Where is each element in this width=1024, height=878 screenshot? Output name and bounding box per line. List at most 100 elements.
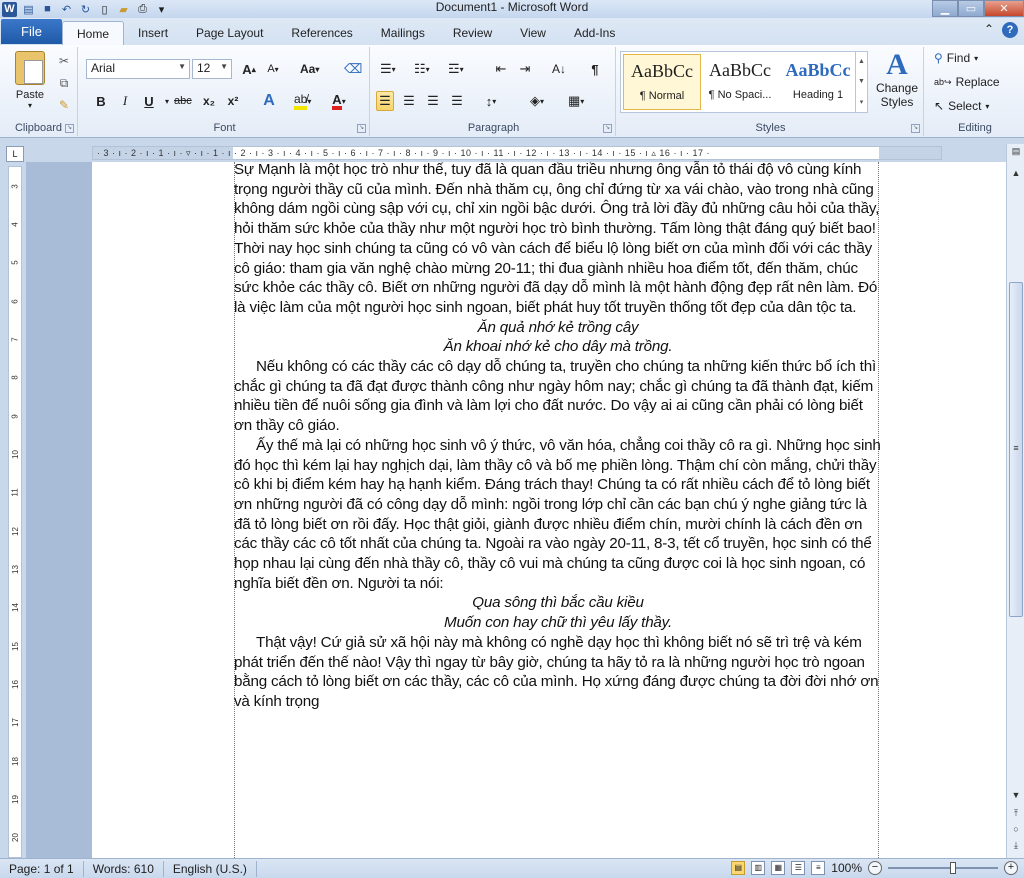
change-case-button[interactable]: Aa ▾ <box>298 59 321 79</box>
print-layout-icon[interactable]: ▤ <box>731 861 746 875</box>
paste-button[interactable]: Paste ▾ <box>8 51 52 113</box>
verse-line[interactable]: Qua sông thì bắc cầu kiều <box>234 593 882 613</box>
zoom-in-icon[interactable]: + <box>1004 861 1018 875</box>
shrink-font-button[interactable]: A ▾ <box>264 59 282 79</box>
find-button[interactable]: ⚲ Find ▾ <box>934 51 978 65</box>
scroll-down-icon[interactable]: ▼ <box>1009 790 1023 800</box>
gallery-more-icon[interactable]: ▾ <box>860 98 864 106</box>
maximize-icon[interactable]: ▭ <box>958 0 984 17</box>
tab-references[interactable]: References <box>277 21 366 45</box>
document-body[interactable]: Sự Mạnh là một học trò như thế, tuy đã l… <box>234 160 882 712</box>
borders-icon[interactable]: ▦ ▾ <box>566 91 586 111</box>
numbering-icon[interactable]: ☷ ▾ <box>412 59 432 79</box>
bold-button[interactable]: B <box>92 91 110 111</box>
font-launcher-icon[interactable]: ↘ <box>357 124 366 133</box>
tab-file[interactable]: File <box>1 19 62 44</box>
zoom-slider-knob[interactable] <box>950 862 956 874</box>
format-painter-icon[interactable]: ✎ <box>56 97 72 113</box>
previous-page-icon[interactable]: ⤒ <box>1009 808 1023 819</box>
strikethrough-button[interactable]: abc <box>172 91 194 111</box>
style-normal[interactable]: AaBbCc ¶ Normal <box>623 54 701 110</box>
horizontal-ruler[interactable]: · 3 · ı · 2 · ı · 1 · ı · ▿ · ı · 1 · ı … <box>92 146 942 160</box>
draft-icon[interactable]: ≡ <box>811 861 826 875</box>
align-left-icon[interactable]: ☰ <box>376 91 394 111</box>
font-name-combo[interactable]: Arial ▼ <box>86 59 190 79</box>
redo-icon[interactable]: ↻ <box>78 2 93 17</box>
subscript-button[interactable]: x₂ <box>200 91 218 111</box>
tab-insert[interactable]: Insert <box>124 21 182 45</box>
change-styles-button[interactable]: A Change Styles <box>872 49 922 110</box>
document-page[interactable]: Sự Mạnh là một học trò như thế, tuy đã l… <box>92 160 1006 858</box>
zoom-out-icon[interactable]: − <box>868 861 882 875</box>
align-center-icon[interactable]: ☰ <box>400 91 418 111</box>
bullets-icon[interactable]: ☰ ▾ <box>378 59 398 79</box>
tab-selector[interactable]: L <box>6 146 24 162</box>
clear-formatting-icon[interactable]: ⌫ <box>342 59 364 79</box>
full-screen-reading-icon[interactable]: ▥ <box>751 861 766 875</box>
text-effects-icon[interactable]: A <box>260 91 278 111</box>
browse-object-icon[interactable]: ○ <box>1009 824 1023 834</box>
increase-indent-icon[interactable]: ⇥ <box>516 59 534 79</box>
tab-review[interactable]: Review <box>439 21 506 45</box>
copy-icon[interactable]: ⧉ <box>56 75 72 91</box>
open-icon[interactable]: ▰ <box>116 2 131 17</box>
close-icon[interactable]: ✕ <box>984 0 1024 17</box>
styles-launcher-icon[interactable]: ↘ <box>911 124 920 133</box>
italic-button[interactable]: I <box>116 91 134 111</box>
page-count[interactable]: Page: 1 of 1 <box>0 860 84 877</box>
vertical-ruler[interactable]: 3 4 5 6 7 8 9 10 11 12 13 14 15 16 17 18 19 20 <box>8 166 22 858</box>
cut-icon[interactable]: ✂ <box>56 53 72 69</box>
decrease-indent-icon[interactable]: ⇤ <box>492 59 510 79</box>
superscript-button[interactable]: x² <box>224 91 242 111</box>
tab-home[interactable]: Home <box>62 21 125 45</box>
style-heading-1[interactable]: AaBbCc Heading 1 <box>779 54 857 110</box>
shading-icon[interactable]: ◈ ▾ <box>528 91 546 111</box>
multilevel-list-icon[interactable]: ☲ ▾ <box>446 59 466 79</box>
minimize-icon[interactable]: ▁ <box>932 0 958 17</box>
undo-icon[interactable]: ↶ <box>59 2 74 17</box>
align-right-icon[interactable]: ☰ <box>424 91 442 111</box>
scroll-up-icon[interactable]: ▲ <box>1009 168 1023 178</box>
verse-line[interactable]: Muốn con hay chữ thì yêu lấy thầy. <box>234 613 882 633</box>
language[interactable]: English (U.S.) <box>164 860 257 877</box>
select-button[interactable]: ↖ Select ▾ <box>934 99 989 113</box>
minimize-ribbon-icon[interactable]: ⌃ <box>984 22 994 38</box>
line-spacing-icon[interactable]: ↕ ▾ <box>482 91 500 111</box>
tab-mailings[interactable]: Mailings <box>367 21 439 45</box>
replace-button[interactable]: ab↪ Replace <box>934 75 1000 89</box>
font-color-button[interactable]: A ▾ <box>330 91 348 111</box>
tab-add-ins[interactable]: Add-Ins <box>560 21 629 45</box>
style-no-spacing[interactable]: AaBbCc ¶ No Spaci... <box>701 54 779 110</box>
customize-icon[interactable]: ▾ <box>154 2 169 17</box>
document-paragraph[interactable]: Thật vậy! Cứ giả sử xã hội này mà không … <box>234 633 882 712</box>
web-layout-icon[interactable]: ▦ <box>771 861 786 875</box>
document-paragraph[interactable]: Ấy thế mà lại có những học sinh vô ý thứ… <box>234 436 882 594</box>
sort-icon[interactable]: A↓ <box>550 59 568 79</box>
chevron-up-icon[interactable]: ▲ <box>858 58 865 65</box>
save-icon[interactable]: ■ <box>40 2 55 17</box>
word-icon[interactable]: W <box>2 1 17 17</box>
show-formatting-icon[interactable]: ¶ <box>586 59 604 79</box>
grow-font-button[interactable]: A ▴ <box>240 59 258 79</box>
new-document-icon[interactable]: ▯ <box>97 2 112 17</box>
word-count[interactable]: Words: 610 <box>84 860 164 877</box>
chevron-down-icon[interactable]: ▼ <box>858 78 865 85</box>
paragraph-launcher-icon[interactable]: ↘ <box>603 124 612 133</box>
document-paragraph[interactable]: Sự Mạnh là một học trò như thế, tuy đã l… <box>234 160 882 318</box>
justify-icon[interactable]: ☰ <box>448 91 466 111</box>
tab-view[interactable]: View <box>506 21 560 45</box>
outline-icon[interactable]: ☰ <box>791 861 806 875</box>
next-page-icon[interactable]: ⤓ <box>1009 840 1023 851</box>
print-preview-icon[interactable]: ⎙ <box>135 2 150 17</box>
zoom-slider[interactable] <box>888 862 998 874</box>
highlight-button[interactable]: ab̸ ▾ <box>292 91 313 111</box>
word-doc-icon[interactable]: ▤ <box>21 2 36 17</box>
clipboard-launcher-icon[interactable]: ↘ <box>65 124 74 133</box>
help-icon[interactable]: ? <box>1002 22 1018 38</box>
gallery-scroll[interactable]: ▲ ▼ ▾ <box>855 52 867 112</box>
verse-line[interactable]: Ăn quả nhớ kẻ trồng cây <box>234 318 882 338</box>
font-size-combo[interactable]: 12 ▼ <box>192 59 232 79</box>
underline-button[interactable]: U <box>140 91 158 111</box>
document-paragraph[interactable]: Nếu không có các thầy các cô dạy dỗ chún… <box>234 357 882 436</box>
vertical-scrollbar[interactable]: ▤ ▲ ≡ ▼ ⤒ ○ ⤓ <box>1006 144 1024 858</box>
